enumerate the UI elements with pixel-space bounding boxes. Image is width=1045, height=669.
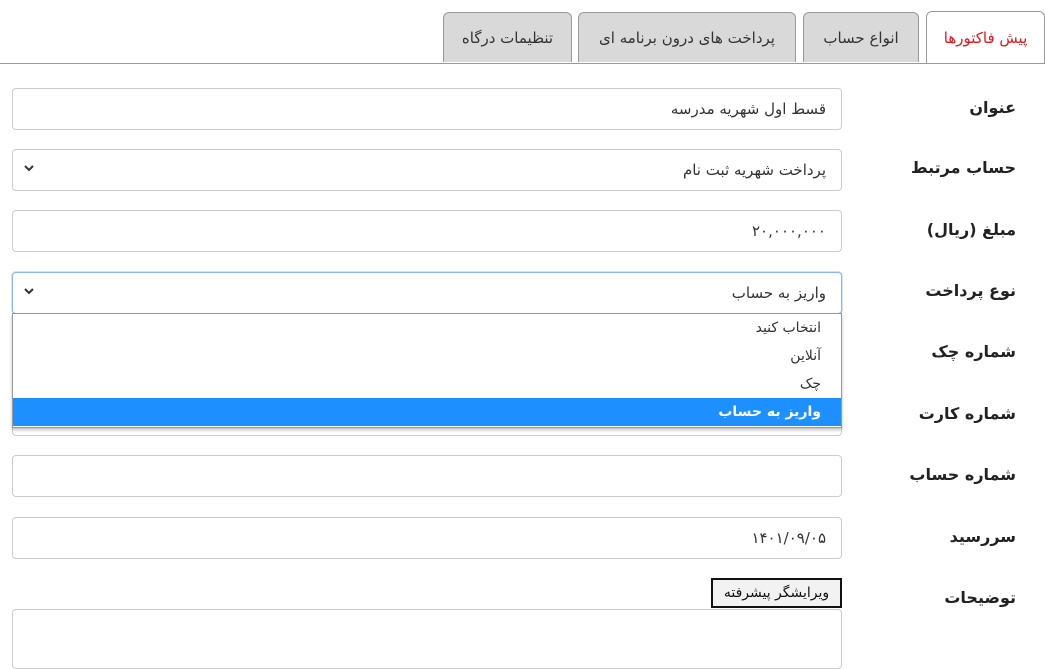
related-account-select[interactable]: پرداخت شهریه ثبت نام — [12, 149, 842, 191]
advanced-editor-button[interactable]: ویرایشگر پیشرفته — [711, 578, 842, 608]
payment-type-value: واریز به حساب — [731, 284, 826, 302]
title-label: عنوان — [969, 98, 1016, 117]
tab-gateway-settings[interactable]: تنظیمات درگاه — [443, 12, 572, 62]
option-check[interactable]: چک — [13, 370, 841, 398]
description-textarea[interactable] — [12, 609, 842, 669]
related-account-label: حساب مرتبط — [911, 158, 1016, 177]
chevron-down-icon — [24, 288, 34, 295]
tab-bar: پیش فاکتورها انواع حساب پرداخت های درون … — [0, 0, 1045, 64]
tab-in-app-payments[interactable]: پرداخت های درون برنامه ای — [578, 12, 796, 62]
option-select[interactable]: انتخاب کنید — [13, 314, 841, 342]
option-bank-deposit[interactable]: واریز به حساب — [13, 398, 841, 426]
tab-label: تنظیمات درگاه — [461, 28, 554, 47]
amount-label: مبلغ (ریال) — [926, 220, 1016, 239]
chevron-down-icon — [24, 165, 34, 172]
due-date-input[interactable]: ۱۴۰۱/۰۹/۰۵ — [12, 517, 842, 559]
related-account-value: پرداخت شهریه ثبت نام — [682, 161, 826, 179]
description-label: توضیحات — [944, 588, 1016, 607]
title-input[interactable]: قسط اول شهریه مدرسه — [12, 88, 842, 130]
account-number-input[interactable] — [12, 455, 842, 497]
tab-label: پرداخت های درون برنامه ای — [599, 28, 775, 47]
option-online[interactable]: آنلاین — [13, 342, 841, 370]
check-number-label: شماره چک — [931, 342, 1016, 361]
tab-account-types[interactable]: انواع حساب — [803, 12, 919, 62]
payment-type-label: نوع پرداخت — [925, 281, 1016, 300]
tab-label: انواع حساب — [823, 28, 899, 47]
tab-proforma-invoices[interactable]: پیش فاکتورها — [926, 11, 1045, 63]
account-number-label: شماره حساب — [909, 465, 1016, 484]
amount-input[interactable]: ۲۰,۰۰۰,۰۰۰ — [12, 210, 842, 252]
tab-label: پیش فاکتورها — [943, 28, 1028, 47]
due-date-label: سررسید — [949, 527, 1016, 546]
due-date-value: ۱۴۰۱/۰۹/۰۵ — [751, 529, 826, 547]
card-number-label: شماره کارت — [918, 404, 1016, 423]
title-value: قسط اول شهریه مدرسه — [670, 100, 826, 118]
amount-value: ۲۰,۰۰۰,۰۰۰ — [752, 222, 826, 240]
payment-type-dropdown: انتخاب کنید آنلاین چک واریز به حساب — [12, 313, 842, 428]
payment-type-select[interactable]: واریز به حساب — [12, 272, 842, 314]
